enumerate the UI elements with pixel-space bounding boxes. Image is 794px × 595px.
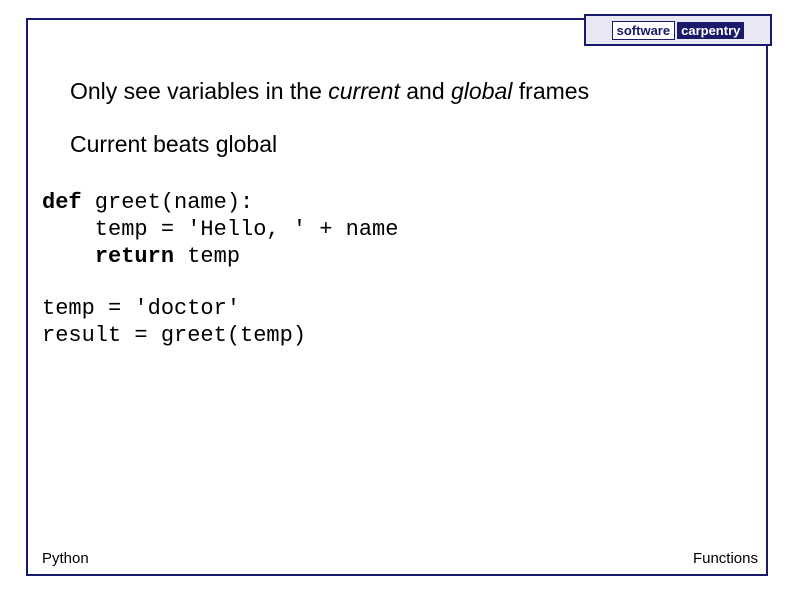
code-l1-rest: greet(name): (82, 190, 254, 215)
code-l3-rest: temp (174, 244, 240, 269)
code-gap (42, 270, 754, 296)
heading-line: Only see variables in the current and gl… (70, 78, 754, 105)
logo-word-software: software (612, 21, 675, 40)
heading-mid: and (400, 78, 451, 104)
footer-right: Functions (693, 550, 758, 567)
footer-left: Python (42, 550, 89, 567)
code-l5: result = greet(temp) (42, 323, 306, 348)
software-carpentry-logo: softwarecarpentry (584, 14, 772, 46)
subheading-line: Current beats global (70, 131, 754, 158)
code-l3-pad (42, 244, 95, 269)
heading-prefix: Only see variables in the (70, 78, 328, 104)
code-l2: temp = 'Hello, ' + name (42, 217, 398, 242)
heading-italic-current: current (328, 78, 400, 104)
heading-suffix: frames (512, 78, 589, 104)
code-kw-def: def (42, 190, 82, 215)
heading-italic-global: global (451, 78, 512, 104)
code-block: def greet(name): temp = 'Hello, ' + name… (42, 190, 754, 350)
code-l4: temp = 'doctor' (42, 296, 240, 321)
logo-word-carpentry: carpentry (677, 22, 744, 39)
slide-content: Only see variables in the current and gl… (70, 78, 754, 350)
code-kw-return: return (95, 244, 174, 269)
